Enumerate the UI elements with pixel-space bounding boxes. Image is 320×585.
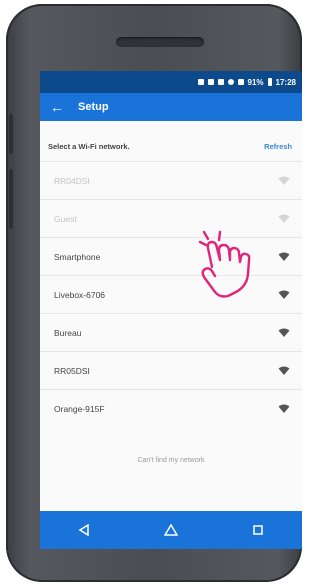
back-triangle-icon[interactable] xyxy=(73,519,95,541)
speaker-grille xyxy=(116,37,204,47)
cant-find-network-link[interactable]: Can't find my network xyxy=(40,427,302,464)
wifi-signal-icon xyxy=(278,252,290,262)
wifi-signal-icon xyxy=(278,176,290,186)
network-row[interactable]: RR05DSI xyxy=(40,351,302,389)
arrow-left-icon[interactable]: ← xyxy=(50,100,64,114)
app-bar: ← Setup xyxy=(40,93,302,121)
network-name: Smartphone xyxy=(54,251,101,262)
page-title: Setup xyxy=(78,101,109,113)
volume-button xyxy=(9,114,13,154)
battery-icon xyxy=(267,78,272,86)
network-name: Orange-915F xyxy=(54,403,105,414)
recents-square-icon[interactable] xyxy=(247,519,269,541)
wifi-signal-icon xyxy=(278,366,290,376)
status-bar: 91% 17:28 xyxy=(40,71,302,93)
wifi-signal-icon xyxy=(278,290,290,300)
clock: 17:28 xyxy=(275,77,296,87)
network-row[interactable]: Bureau xyxy=(40,313,302,351)
tap-hand-icon xyxy=(198,230,251,298)
network-name: RR04DSI xyxy=(54,175,90,186)
wifi-status-icon xyxy=(237,79,244,85)
location-icon xyxy=(227,79,234,85)
network-name: Bureau xyxy=(54,327,82,338)
battery-percent: 91% xyxy=(247,77,264,87)
power-button xyxy=(9,169,13,229)
network-list-header: Select a Wi-Fi network. Refresh xyxy=(40,121,302,161)
network-row[interactable]: RR04DSI xyxy=(40,161,302,199)
notification-icon xyxy=(207,79,214,85)
notification-icon xyxy=(217,79,224,85)
select-network-label: Select a Wi-Fi network. xyxy=(48,142,130,151)
wifi-signal-icon xyxy=(278,404,290,414)
network-name: Livebox-6706 xyxy=(54,289,106,300)
notification-icon xyxy=(197,79,204,85)
wifi-signal-icon xyxy=(278,328,290,338)
refresh-button[interactable]: Refresh xyxy=(264,142,292,151)
android-nav-bar xyxy=(40,511,302,549)
home-icon[interactable] xyxy=(160,519,182,541)
network-row[interactable]: Orange-915F xyxy=(40,389,302,427)
phone-screen: 91% 17:28 ← Setup Select a Wi-Fi network… xyxy=(40,71,302,549)
wifi-signal-icon xyxy=(278,214,290,224)
network-name: RR05DSI xyxy=(54,365,90,376)
network-name: Guest xyxy=(54,213,77,224)
